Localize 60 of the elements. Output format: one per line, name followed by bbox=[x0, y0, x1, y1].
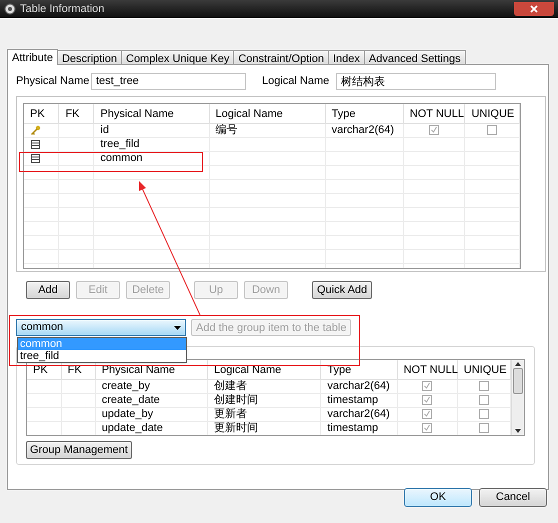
column-header[interactable]: FK bbox=[65, 108, 80, 120]
column-header[interactable]: UNIQUE bbox=[464, 364, 507, 376]
column-header[interactable]: NOT NULL bbox=[404, 364, 458, 376]
tab[interactable]: Description bbox=[56, 50, 122, 64]
close-button[interactable] bbox=[514, 2, 554, 16]
table-cell: varchar2(64) bbox=[327, 408, 390, 420]
tab[interactable]: Attribute bbox=[7, 49, 58, 65]
table-cell: varchar2(64) bbox=[332, 124, 394, 136]
table-cell: timestamp bbox=[327, 394, 378, 406]
column-header[interactable]: Logical Name bbox=[216, 108, 283, 120]
checkbox[interactable] bbox=[422, 409, 432, 420]
field-label: Logical Name bbox=[262, 74, 330, 89]
scroll-bar[interactable] bbox=[511, 360, 524, 435]
checkbox[interactable] bbox=[422, 395, 432, 406]
input-field[interactable]: 树结构表 bbox=[336, 72, 496, 90]
tab[interactable]: Constraint/Option bbox=[233, 50, 329, 64]
column-button[interactable]: Add bbox=[26, 281, 70, 299]
table-cell: 创建时间 bbox=[214, 394, 258, 406]
tab[interactable]: Advanced Settings bbox=[364, 50, 466, 64]
checkbox[interactable] bbox=[478, 381, 489, 392]
column-header[interactable]: NOT NULL bbox=[410, 108, 464, 120]
table-cell: id bbox=[100, 124, 109, 136]
dropdown-option[interactable]: tree_fild bbox=[18, 350, 186, 362]
table-cell: update_date bbox=[102, 422, 163, 434]
checkbox[interactable] bbox=[487, 125, 498, 136]
table-cell: tree_fild bbox=[100, 138, 140, 150]
column-button[interactable]: Quick Add bbox=[312, 281, 372, 299]
group-combo[interactable]: common bbox=[16, 319, 186, 336]
checkbox[interactable] bbox=[478, 423, 489, 434]
dialog-button[interactable]: Cancel bbox=[479, 488, 547, 507]
table-cell: common bbox=[100, 152, 143, 164]
checkbox[interactable] bbox=[422, 423, 432, 434]
column-header[interactable]: Physical Name bbox=[100, 108, 174, 120]
tab[interactable]: Complex Unique Key bbox=[121, 50, 234, 64]
combo-value: common bbox=[21, 320, 64, 336]
input-field[interactable]: test_tree bbox=[91, 72, 246, 90]
table-cell: varchar2(64) bbox=[327, 380, 390, 392]
checkbox[interactable] bbox=[478, 409, 489, 420]
column-header[interactable]: Logical Name bbox=[214, 364, 282, 376]
table-cell: 编号 bbox=[216, 124, 238, 136]
dialog-button[interactable]: OK bbox=[404, 488, 472, 507]
checkbox[interactable] bbox=[422, 381, 432, 392]
table-cell: timestamp bbox=[327, 422, 378, 434]
table-cell: update_by bbox=[102, 408, 154, 420]
table-cell: create_by bbox=[102, 380, 150, 392]
field-label: Physical Name bbox=[16, 74, 90, 89]
checkbox[interactable] bbox=[478, 395, 489, 406]
group-management-button[interactable]: Group Management bbox=[26, 441, 132, 459]
table-cell: 创建者 bbox=[214, 380, 248, 392]
column-header[interactable]: UNIQUE bbox=[471, 108, 514, 120]
dropdown-arrow-icon bbox=[174, 326, 181, 330]
checkbox[interactable] bbox=[429, 125, 440, 136]
table-cell: 更新者 bbox=[214, 408, 248, 420]
column-header[interactable]: PK bbox=[30, 108, 45, 120]
window-title: Table Information bbox=[20, 2, 104, 17]
tab[interactable]: Index bbox=[328, 50, 365, 64]
table-cell: create_date bbox=[102, 394, 160, 406]
column-header[interactable]: Type bbox=[332, 108, 356, 120]
table-cell: 更新时间 bbox=[214, 422, 258, 434]
close-icon bbox=[530, 5, 538, 13]
